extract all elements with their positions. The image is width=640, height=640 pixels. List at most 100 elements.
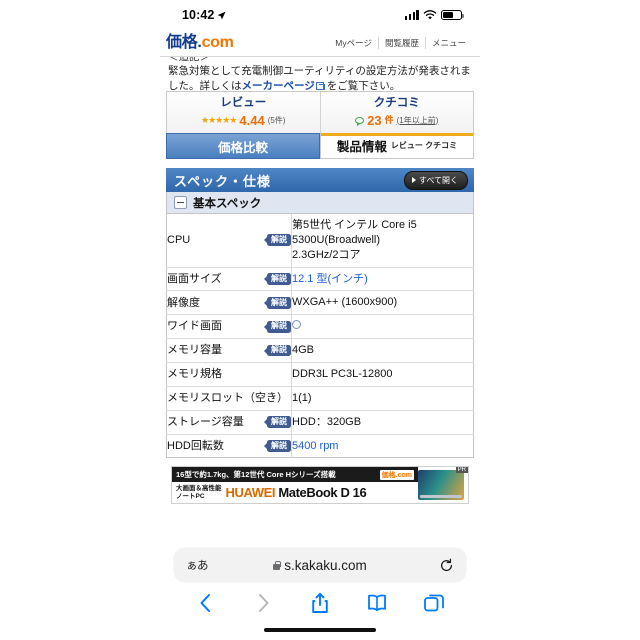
spec-row-label: ワイド画面 — [167, 320, 222, 333]
spec-row-label-inner: CPU 解説 — [167, 233, 291, 248]
ad-pr-tag: PR — [455, 467, 468, 474]
logo-text-com: com — [201, 34, 234, 51]
spec-row-label-inner: メモリ容量 解説 — [167, 343, 291, 358]
url-text: s.kakaku.com — [284, 557, 367, 573]
spec-row-label-inner: HDD回転数 解説 — [167, 439, 291, 454]
spec-row-label-cell: メモリ規格 — [166, 362, 292, 387]
spec-help-badge[interactable]: 解説 — [267, 234, 291, 247]
spec-row-label-cell: 画面サイズ 解説 — [166, 266, 292, 291]
spec-row: CPU 解説 第5世代 インテル Core i5 5300U(Broadwell) … — [166, 214, 474, 268]
ad-content: 16型で約1.7kg、第12世代 Core Hシリーズ搭載 価格.com 大画面… — [172, 467, 418, 503]
maker-page-link[interactable]: メーカーページ — [242, 80, 315, 91]
tab-product-info-sublabel: レビュー クチコミ — [390, 141, 458, 151]
kuchikomi-title: クチコミ — [373, 97, 420, 109]
spec-row-label-inner: 解像度 解説 — [167, 296, 291, 311]
spec-help-badge[interactable]: 解説 — [267, 297, 291, 309]
nav-history[interactable]: 閲覧履歴 — [377, 37, 425, 49]
nav-mypage[interactable]: Myページ — [329, 37, 378, 49]
home-indicator — [264, 627, 376, 632]
spec-row-label: ストレージ容量 — [167, 415, 244, 428]
site-header: 価格.com Myページ 閲覧履歴 メニュー — [160, 30, 480, 56]
spec-row-label: 解像度 — [167, 296, 200, 309]
spec-row-value: DDR3L PC3L-12800 — [291, 362, 474, 387]
header-nav: Myページ 閲覧履歴 メニュー — [329, 37, 472, 49]
spec-group-title: 基本スペック — [193, 197, 262, 210]
open-all-button[interactable]: すべて開く — [403, 170, 468, 190]
spec-row-label-cell: HDD回転数 解説 — [166, 433, 292, 458]
back-icon[interactable] — [194, 591, 218, 615]
spec-row: 解像度 解説 WXGA++ (1600x900) — [166, 290, 474, 315]
spec-row-label-inner: メモリスロット（空き） — [167, 391, 291, 406]
spec-row-value: 第5世代 インテル Core i5 5300U(Broadwell) 2.3GH… — [292, 219, 417, 261]
spec-row-value[interactable]: 5400 rpm — [291, 433, 474, 458]
notice-block: ＜追記＞ 緊急対策として充電制御ユーティリティの設定方法が発表されま した。詳し… — [160, 56, 480, 91]
kuchikomi-age: (1年以上前) — [396, 115, 439, 125]
spec-row: ストレージ容量 解説 HDD：320GB — [166, 409, 474, 435]
spec-row-value: HDD：320GB — [291, 409, 474, 435]
spec-row-label: メモリスロット（空き） — [167, 392, 288, 405]
spec-help-badge[interactable]: 解説 — [267, 320, 291, 333]
spec-row: 画面サイズ 解説 12.1 型(インチ) — [166, 266, 474, 291]
logo-text-main: 価格 — [166, 34, 198, 51]
spec-row: ワイド画面 解説 — [166, 314, 474, 339]
url-display: s.kakaku.com — [160, 558, 480, 573]
ad-headline-bar: 16型で約1.7kg、第12世代 Core Hシリーズ搭載 価格.com — [172, 467, 418, 483]
spec-section: スペック・仕様 すべて開く 基本スペック CPU 解説 第5世代 インテル Core… — [166, 168, 474, 459]
spec-row-label: CPU — [167, 234, 191, 247]
tab-product-info[interactable]: 製品情報 レビュー クチコミ — [320, 133, 474, 160]
spec-row-label-inner: 画面サイズ 解説 — [167, 272, 291, 287]
star-rating-icon: ★★★★★ — [201, 114, 237, 125]
phone-screen: 10:42 価格.com Myページ 閲覧履歴 メニュー ＜追記＞ 緊急対策とし… — [160, 0, 480, 640]
battery-icon — [441, 9, 464, 21]
spec-row-value: 4GB — [291, 338, 474, 363]
review-summary[interactable]: レビュー ★★★★★ 4.44 (5件) — [167, 92, 320, 133]
review-count: (5件) — [267, 115, 286, 125]
status-bar-indicators — [404, 0, 464, 30]
spec-row-label-inner: ストレージ容量 解説 — [167, 415, 291, 430]
ad-headline: 16型で約1.7kg、第12世代 Core Hシリーズ搭載 — [176, 470, 336, 480]
kakaku-logo[interactable]: 価格.com — [166, 35, 234, 51]
kuchikomi-unit: 件 — [384, 114, 394, 125]
share-icon[interactable] — [308, 591, 332, 615]
spec-help-badge[interactable]: 解説 — [267, 416, 291, 429]
text-size-button[interactable]: ぁあ — [186, 557, 209, 573]
notice-line-2-pre: した。詳しくは — [168, 79, 242, 91]
cellular-bars-icon — [404, 10, 419, 20]
ad-brand-2: MateBook D 16 — [278, 485, 367, 501]
tab-price-comparison[interactable]: 価格比較 — [166, 133, 320, 160]
status-bar-time-group: 10:42 — [182, 8, 227, 22]
tabs-icon[interactable] — [422, 591, 446, 615]
spec-help-badge[interactable]: 解説 — [267, 344, 291, 357]
nav-menu[interactable]: メニュー — [424, 37, 472, 49]
browser-url-container: ぁあ s.kakaku.com — [160, 548, 480, 582]
reload-icon[interactable] — [439, 558, 454, 573]
spec-row: HDD回転数 解説 5400 rpm — [166, 433, 474, 458]
spec-help-badge[interactable]: 解説 — [267, 440, 291, 452]
browser-toolbar — [160, 582, 480, 624]
bookmarks-icon[interactable] — [365, 591, 389, 615]
spec-group-header[interactable]: 基本スペック — [166, 192, 474, 215]
spec-help-badge[interactable]: 解説 — [267, 273, 291, 285]
spec-row-label: HDD回転数 — [167, 439, 224, 452]
advertisement-banner[interactable]: 16型で約1.7kg、第12世代 Core Hシリーズ搭載 価格.com 大画面… — [171, 466, 469, 505]
spec-row-label-cell: 解像度 解説 — [166, 290, 292, 315]
collapse-minus-icon[interactable] — [174, 196, 187, 210]
spec-row-value[interactable]: 12.1 型(インチ) — [291, 266, 474, 291]
spec-section-title: スペック・仕様 — [174, 173, 271, 189]
tab-product-info-label: 製品情報 — [336, 140, 387, 155]
browser-address-bar[interactable]: ぁあ s.kakaku.com — [174, 548, 466, 582]
forward-icon — [259, 594, 269, 612]
spec-row-label-cell: メモリ容量 解説 — [166, 338, 292, 363]
supported-circle-icon — [292, 320, 301, 330]
spec-row-label-cell: ワイド画面 解説 — [166, 314, 292, 339]
wifi-icon — [423, 9, 437, 19]
ad-logo: 価格.com — [379, 469, 414, 480]
ad-brand-1: HUAWEI — [225, 485, 276, 501]
open-all-label: すべて開く — [418, 175, 458, 185]
page-tabs: 価格比較 製品情報 レビュー クチコミ — [166, 133, 474, 160]
ad-brand: HUAWEI MateBook D 16 — [226, 485, 367, 500]
speech-bubble-icon — [355, 116, 365, 126]
ad-body: 大画面＆高性能 ノートPC HUAWEI MateBook D 16 — [172, 482, 418, 503]
kuchikomi-summary[interactable]: クチコミ 23 件 (1年以上前) — [319, 92, 474, 134]
ad-product-image — [418, 470, 464, 501]
